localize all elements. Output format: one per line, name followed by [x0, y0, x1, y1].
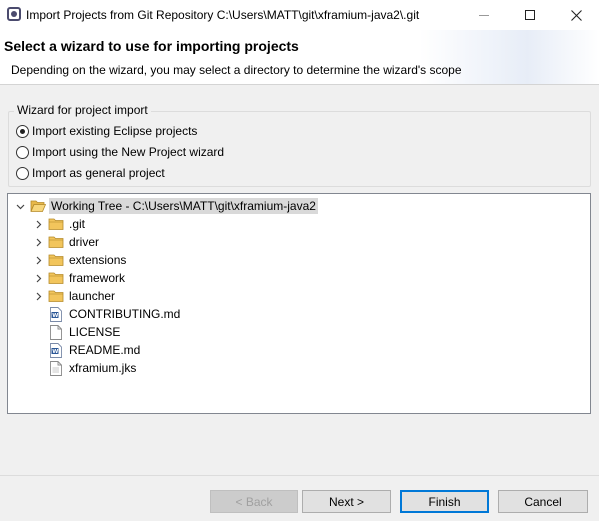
tree-item-label: CONTRIBUTING.md [69, 307, 181, 321]
tree-root-label: Working Tree - C:\Users\MATT\git\xframiu… [49, 198, 318, 214]
close-button[interactable] [553, 0, 599, 30]
radio-button[interactable] [16, 145, 29, 159]
tree-item-label: driver [69, 235, 100, 249]
tree-item-label: launcher [69, 289, 116, 303]
back-button[interactable]: < Back [210, 490, 298, 513]
radio-new-project-wizard[interactable]: Import using the New Project wizard [16, 145, 224, 159]
radio-label: Import as general project [32, 166, 165, 180]
footer-separator [0, 475, 599, 476]
next-button[interactable]: Next > [302, 490, 391, 513]
tree-item-launcher[interactable]: launcher [32, 287, 117, 305]
wizard-title: Select a wizard to use for importing pro… [4, 38, 299, 54]
tree-item-label: README.md [69, 343, 141, 357]
tree-item-label: .git [69, 217, 86, 231]
folder-icon [48, 288, 64, 304]
folder-icon [48, 252, 64, 268]
wizard-description: Depending on the wizard, you may select … [11, 63, 462, 77]
chevron-right-icon[interactable] [32, 215, 44, 233]
tree-item-readme[interactable]: W README.md [48, 341, 142, 359]
radio-import-existing[interactable]: Import existing Eclipse projects [16, 124, 197, 138]
tree-item-xframium-jks[interactable]: xframium.jks [48, 359, 138, 377]
tree-item-extensions[interactable]: extensions [32, 251, 128, 269]
tree-item-framework[interactable]: framework [32, 269, 127, 287]
word-document-icon: W [48, 306, 64, 322]
tree-item-label: extensions [69, 253, 127, 267]
maximize-icon [525, 10, 535, 20]
chevron-right-icon[interactable] [32, 233, 44, 251]
folder-icon [48, 216, 64, 232]
radio-label: Import existing Eclipse projects [32, 124, 198, 138]
tree-item-label: framework [69, 271, 126, 285]
tree-item-license[interactable]: LICENSE [48, 323, 122, 341]
finish-button[interactable]: Finish [400, 490, 489, 513]
svg-text:W: W [52, 313, 58, 319]
minimize-button[interactable] [461, 0, 507, 30]
window-title: Import Projects from Git Repository C:\U… [26, 8, 420, 22]
tree-item-git[interactable]: .git [32, 215, 87, 233]
radio-label: Import using the New Project wizard [32, 145, 225, 159]
file-icon [48, 360, 64, 376]
wizard-group-legend: Wizard for project import [14, 103, 151, 117]
folder-icon [48, 270, 64, 286]
svg-text:W: W [52, 349, 58, 355]
eclipse-app-icon [7, 7, 21, 21]
tree-item-contributing[interactable]: W CONTRIBUTING.md [48, 305, 182, 323]
close-icon [570, 9, 582, 21]
maximize-button[interactable] [507, 0, 553, 30]
chevron-right-icon[interactable] [32, 269, 44, 287]
tree-item-driver[interactable]: driver [32, 233, 101, 251]
wizard-header: Select a wizard to use for importing pro… [0, 30, 599, 85]
cancel-button[interactable]: Cancel [498, 490, 588, 513]
tree-root-working-tree[interactable]: Working Tree - C:\Users\MATT\git\xframiu… [14, 197, 318, 215]
tree-item-label: LICENSE [69, 325, 121, 339]
folder-open-icon [30, 198, 46, 214]
radio-general-project[interactable]: Import as general project [16, 166, 165, 180]
radio-button-checked[interactable] [16, 124, 29, 138]
folder-icon [48, 234, 64, 250]
title-bar: Import Projects from Git Repository C:\U… [0, 0, 599, 30]
file-icon [48, 324, 64, 340]
chevron-down-icon[interactable] [14, 197, 26, 215]
word-document-icon: W [48, 342, 64, 358]
chevron-right-icon[interactable] [32, 287, 44, 305]
radio-button[interactable] [16, 166, 29, 180]
project-tree[interactable]: Working Tree - C:\Users\MATT\git\xframiu… [7, 193, 591, 414]
chevron-right-icon[interactable] [32, 251, 44, 269]
minimize-icon [479, 14, 489, 16]
tree-item-label: xframium.jks [69, 361, 137, 375]
